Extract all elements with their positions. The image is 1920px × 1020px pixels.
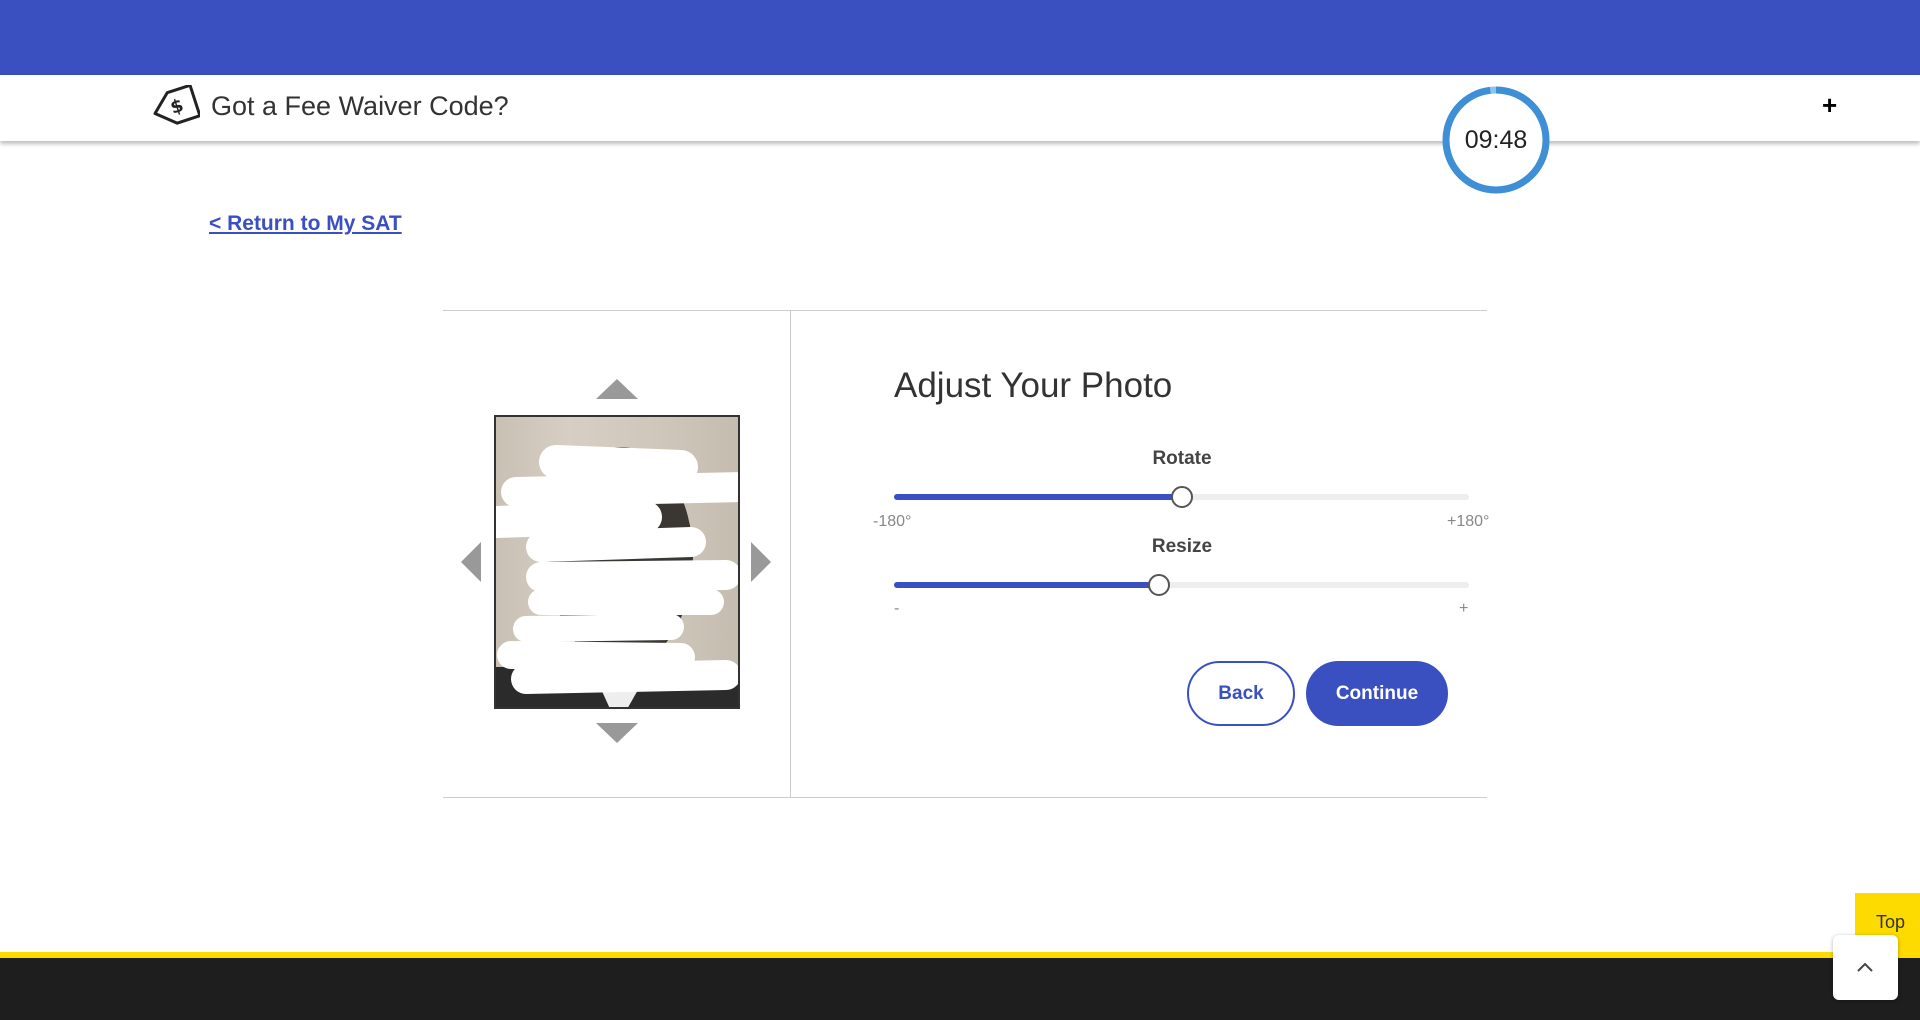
rotate-slider-handle[interactable] (1170, 486, 1193, 508)
rotate-max-label: +180° (1447, 513, 1490, 530)
top-tab-label[interactable]: Top (1876, 912, 1905, 933)
top-banner (0, 0, 1920, 75)
footer (0, 958, 1920, 1020)
countdown-timer: 09:48 (1441, 85, 1551, 195)
move-up-arrow-icon[interactable] (596, 379, 638, 399)
panel-top-divider (443, 310, 1487, 311)
fee-waiver-bar[interactable]: $ Got a Fee Waiver Code? + (0, 75, 1920, 141)
fee-waiver-label[interactable]: Got a Fee Waiver Code? (211, 91, 509, 122)
rotate-slider-fill (894, 494, 1182, 500)
panel-vertical-divider (790, 310, 791, 797)
timer-value: 09:48 (1464, 126, 1528, 154)
photo-preview[interactable] (494, 415, 740, 709)
resize-slider-handle[interactable] (1147, 574, 1170, 596)
move-left-arrow-icon[interactable] (461, 542, 481, 582)
resize-label: Resize (1151, 536, 1213, 557)
rotate-min-label: -180° (873, 513, 912, 530)
move-down-arrow-icon[interactable] (596, 723, 638, 743)
scroll-to-top-button[interactable] (1833, 935, 1898, 1000)
adjust-photo-title: Adjust Your Photo (894, 366, 1173, 405)
resize-min-label: - (894, 600, 900, 617)
resize-slider[interactable] (894, 574, 1469, 596)
chevron-up-icon (1857, 962, 1873, 972)
expand-plus-icon[interactable]: + (1822, 90, 1837, 121)
price-tag-icon: $ (153, 85, 200, 125)
resize-max-label: + (1459, 600, 1469, 617)
resize-slider-fill (894, 582, 1159, 588)
return-to-my-sat-link[interactable]: < Return to My SAT (209, 212, 402, 236)
move-right-arrow-icon[interactable] (751, 542, 771, 582)
rotate-label: Rotate (1152, 448, 1212, 469)
back-button[interactable]: Back (1187, 661, 1295, 726)
continue-button[interactable]: Continue (1306, 661, 1448, 726)
redacted-photo-image (496, 445, 738, 707)
rotate-slider[interactable] (894, 486, 1469, 508)
svg-text:$: $ (168, 95, 186, 119)
panel-bottom-divider (443, 797, 1487, 798)
